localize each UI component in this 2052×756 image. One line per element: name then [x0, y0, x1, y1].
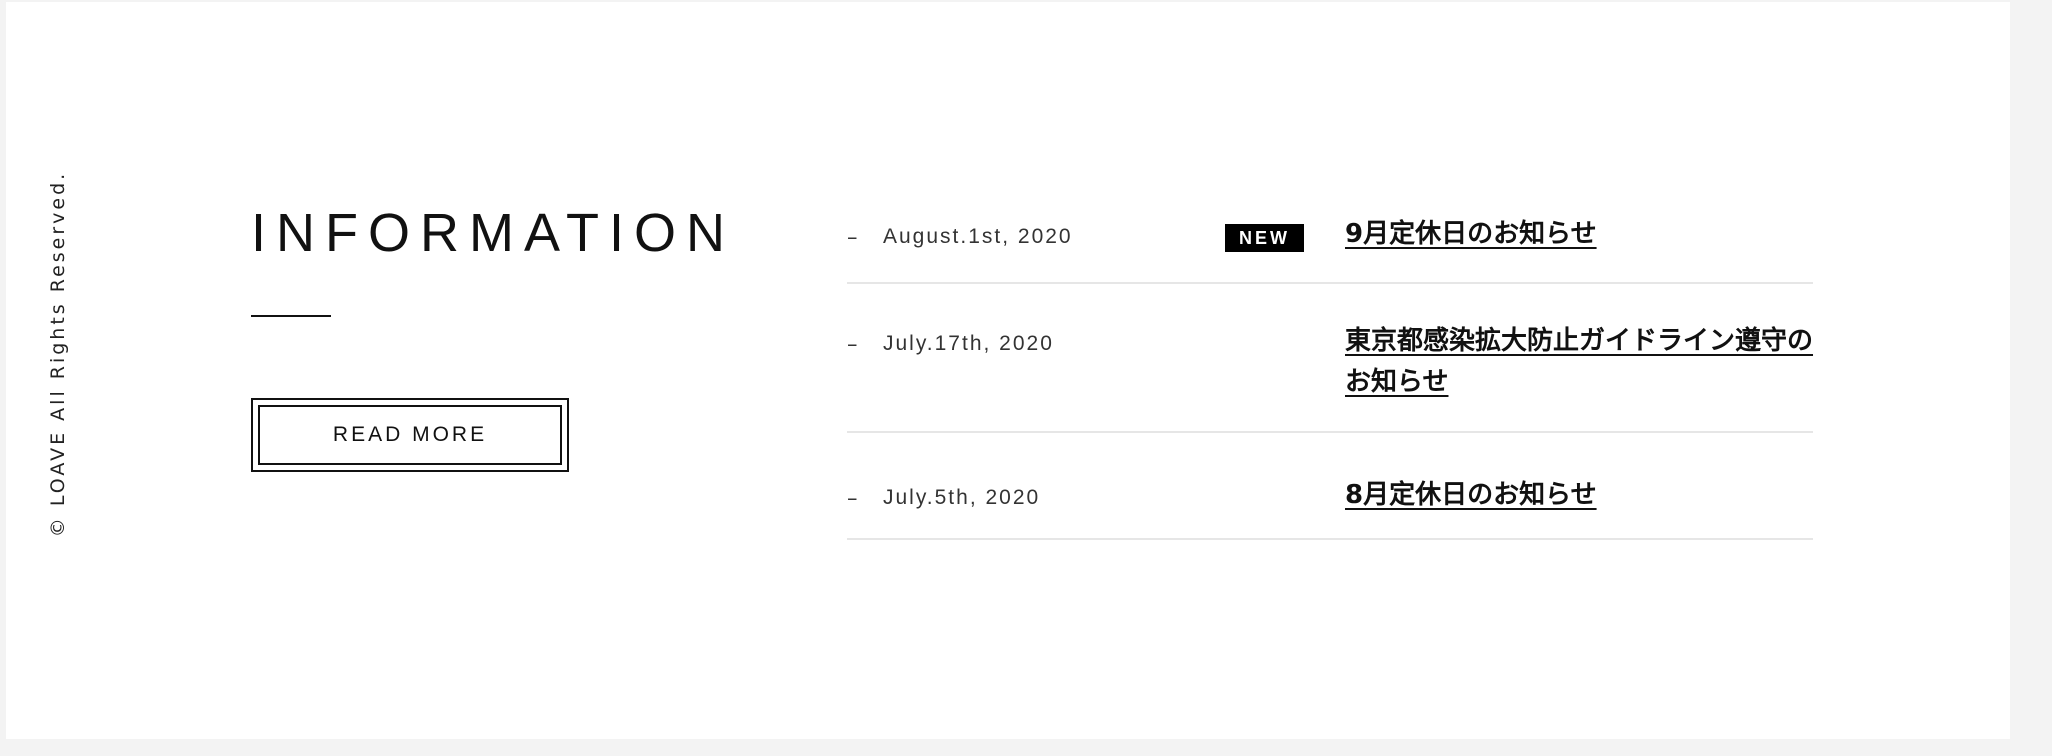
- news-item-title-link[interactable]: 9月定休日のお知らせ: [1345, 214, 1813, 255]
- new-badge: NEW: [1225, 224, 1304, 252]
- read-more-button[interactable]: READ MORE: [251, 398, 569, 472]
- information-heading: INFORMATION: [251, 203, 735, 263]
- copyright-text: © LOAVE All Rights Reserved.: [47, 170, 69, 538]
- page-container: © LOAVE All Rights Reserved. INFORMATION…: [6, 2, 2010, 739]
- read-more-label: READ MORE: [258, 405, 562, 465]
- news-item-title-link[interactable]: 8月定休日のお知らせ: [1345, 475, 1813, 516]
- news-item-date: July.5th, 2020: [883, 486, 1041, 509]
- heading-underline-divider: [251, 315, 331, 317]
- news-item: – July.17th, 2020 東京都感染拡大防止ガイドライン遵守のお知らせ: [847, 284, 1813, 433]
- news-item: – July.5th, 2020 8月定休日のお知らせ: [847, 433, 1813, 540]
- news-item-date: August.1st, 2020: [883, 225, 1073, 248]
- news-item-dash: –: [847, 486, 858, 510]
- news-item: – August.1st, 2020 NEW 9月定休日のお知らせ: [847, 174, 1813, 284]
- news-item-date: July.17th, 2020: [883, 332, 1054, 355]
- news-list: – August.1st, 2020 NEW 9月定休日のお知らせ – July…: [847, 174, 1813, 540]
- news-item-title-link[interactable]: 東京都感染拡大防止ガイドライン遵守のお知らせ: [1345, 321, 1813, 403]
- news-item-dash: –: [847, 225, 858, 249]
- news-item-dash: –: [847, 332, 858, 356]
